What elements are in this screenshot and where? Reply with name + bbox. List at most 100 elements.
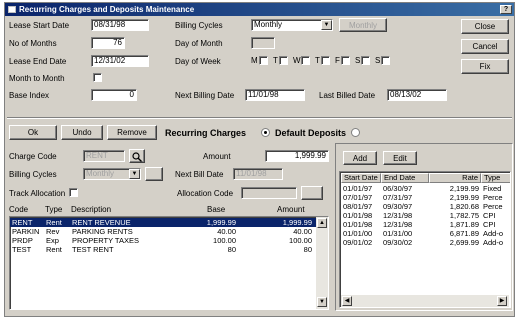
base-index-field[interactable]: 0: [91, 89, 137, 101]
billing-cycles-label: Billing Cycles: [175, 21, 223, 30]
col-type[interactable]: Type: [481, 173, 510, 183]
cell-type: Rev: [46, 227, 60, 236]
billing-cycles-detail-button[interactable]: [145, 167, 163, 181]
charge-code-field[interactable]: RENT: [83, 150, 125, 162]
list-item[interactable]: 09/01/02 09/30/02 2,699.99 Add-o: [340, 238, 510, 247]
list-item[interactable]: 01/01/97 06/30/97 2,199.99 Fixed: [340, 184, 510, 193]
close-button[interactable]: Close: [461, 19, 509, 34]
billing-cycles-select[interactable]: Monthly ▼: [251, 19, 333, 31]
month-to-month-checkbox[interactable]: [93, 73, 102, 82]
cell-code: PARKIN: [12, 227, 40, 236]
weekday-checkbox-sun[interactable]: [381, 56, 390, 65]
table-row[interactable]: TEST Rent TEST RENT 80 80: [10, 245, 316, 254]
weekday-label-wed: W: [293, 56, 301, 65]
day-of-month-field[interactable]: [251, 37, 275, 49]
remove-button[interactable]: Remove: [107, 125, 157, 140]
list-item[interactable]: 08/01/97 09/30/97 1,820.68 Perce: [340, 202, 510, 211]
weekday-label-sat: S: [355, 56, 361, 65]
cell-end: 12/31/98: [383, 211, 413, 220]
cell-base: 100.00: [213, 236, 236, 245]
col-type: Type: [45, 205, 63, 214]
col-rate[interactable]: Rate: [429, 173, 481, 183]
cancel-button[interactable]: Cancel: [461, 39, 509, 54]
list-item[interactable]: 01/01/98 12/31/98 1,782.75 CPI: [340, 211, 510, 220]
allocation-code-button[interactable]: [301, 186, 323, 200]
edit-button[interactable]: Edit: [383, 151, 417, 165]
fix-button[interactable]: Fix: [461, 59, 509, 74]
charges-table-header: Code Type Description Base Amount: [9, 205, 329, 215]
cell-end: 09/30/02: [383, 238, 413, 247]
scroll-left-icon[interactable]: ◀: [342, 296, 352, 306]
base-index-label: Base Index: [9, 91, 50, 100]
last-billed-field[interactable]: 08/13/02: [387, 89, 447, 101]
history-hscrollbar[interactable]: ◀ ▶: [341, 295, 509, 307]
undo-button[interactable]: Undo: [61, 125, 103, 140]
next-bill-label: Next Bill Date: [175, 170, 224, 179]
list-item[interactable]: 01/01/98 12/31/98 1,871.89 CPI: [340, 220, 510, 229]
radio-recurring[interactable]: [261, 128, 270, 137]
section-divider: [7, 117, 512, 119]
table-row[interactable]: PARKIN Rev PARKING RENTS 40.00 40.00: [10, 227, 316, 236]
months-field[interactable]: 76: [91, 37, 125, 49]
scroll-right-icon[interactable]: ▶: [497, 296, 507, 306]
charges-table[interactable]: RENT Rent RENT REVENUE 1,999.99 1,999.99…: [9, 216, 329, 310]
weekday-checkbox-tue[interactable]: [279, 56, 288, 65]
weekday-checkbox-thu[interactable]: [321, 56, 330, 65]
weekday-checkbox-wed[interactable]: [301, 56, 310, 65]
chevron-down-icon[interactable]: ▼: [129, 169, 140, 179]
month-to-month-label: Month to Month: [9, 74, 65, 83]
default-deposits-label: Default Deposits: [275, 128, 347, 138]
radio-deposits[interactable]: [351, 128, 360, 137]
amount-field[interactable]: 1,999.99: [265, 150, 329, 162]
billing-cycles-detail-select[interactable]: Monthly ▼: [83, 168, 141, 180]
weekday-checkbox-sat[interactable]: [361, 56, 370, 65]
chevron-down-icon[interactable]: ▼: [321, 20, 332, 30]
col-end-date[interactable]: End Date: [381, 173, 429, 183]
help-button[interactable]: ?: [500, 5, 512, 14]
cell-rate: 2,699.99: [449, 238, 479, 247]
list-item[interactable]: 01/01/00 01/31/00 6,871.89 Add-o: [340, 229, 510, 238]
add-button[interactable]: Add: [343, 151, 377, 165]
cell-type: Add-o: [483, 229, 504, 238]
ok-button[interactable]: Ok: [9, 125, 57, 140]
track-allocation-label: Track Allocation: [9, 189, 66, 198]
table-row[interactable]: PRDP Exp PROPERTY TAXES 100.00 100.00: [10, 236, 316, 245]
weekday-checkbox-mon[interactable]: [259, 56, 268, 65]
col-start-date[interactable]: Start Date: [341, 173, 381, 183]
charges-scrollbar[interactable]: ▲ ▼: [316, 217, 328, 309]
cell-amount: 80: [303, 245, 312, 254]
weekday-label-mon: M: [251, 56, 258, 65]
scroll-down-icon[interactable]: ▼: [317, 297, 327, 307]
recurring-charges-label: Recurring Charges: [165, 128, 247, 138]
allocation-code-field[interactable]: [241, 187, 297, 199]
cell-rate: 1,871.89: [449, 220, 479, 229]
cell-type: CPI: [483, 220, 496, 229]
cell-end: 07/31/97: [383, 193, 413, 202]
col-base: Base: [207, 205, 226, 214]
charge-code-label: Charge Code: [9, 152, 57, 161]
next-bill-field[interactable]: 11/01/98: [233, 168, 283, 180]
next-billing-field[interactable]: 11/01/98: [245, 89, 305, 101]
table-row[interactable]: RENT Rent RENT REVENUE 1,999.99 1,999.99: [10, 218, 316, 227]
cell-description: PROPERTY TAXES: [72, 236, 139, 245]
list-item[interactable]: 07/01/97 07/31/97 2,199.99 Perce: [340, 193, 510, 202]
cell-start: 01/01/00: [343, 229, 373, 238]
cell-start: 07/01/97: [343, 193, 373, 202]
cell-amount: 100.00: [289, 236, 312, 245]
cell-type: Rent: [46, 245, 62, 254]
cell-code: PRDP: [12, 236, 33, 245]
billing-cycles-extra-button[interactable]: Monthly: [339, 18, 387, 32]
col-code: Code: [9, 205, 29, 214]
months-label: No of Months: [9, 39, 57, 48]
allocation-code-label: Allocation Code: [177, 189, 234, 198]
lease-end-field[interactable]: 12/31/02: [91, 55, 149, 67]
rate-history-table[interactable]: Start Date End Date Rate Type 01/01/97 0…: [339, 171, 511, 308]
cell-base: 40.00: [217, 227, 236, 236]
lease-start-field[interactable]: 08/31/98: [91, 19, 149, 31]
cell-type: CPI: [483, 211, 496, 220]
scroll-up-icon[interactable]: ▲: [317, 218, 327, 228]
cell-end: 06/30/97: [383, 184, 413, 193]
search-icon[interactable]: [129, 149, 145, 163]
weekday-checkbox-fri[interactable]: [341, 56, 350, 65]
track-allocation-checkbox[interactable]: [69, 188, 78, 197]
